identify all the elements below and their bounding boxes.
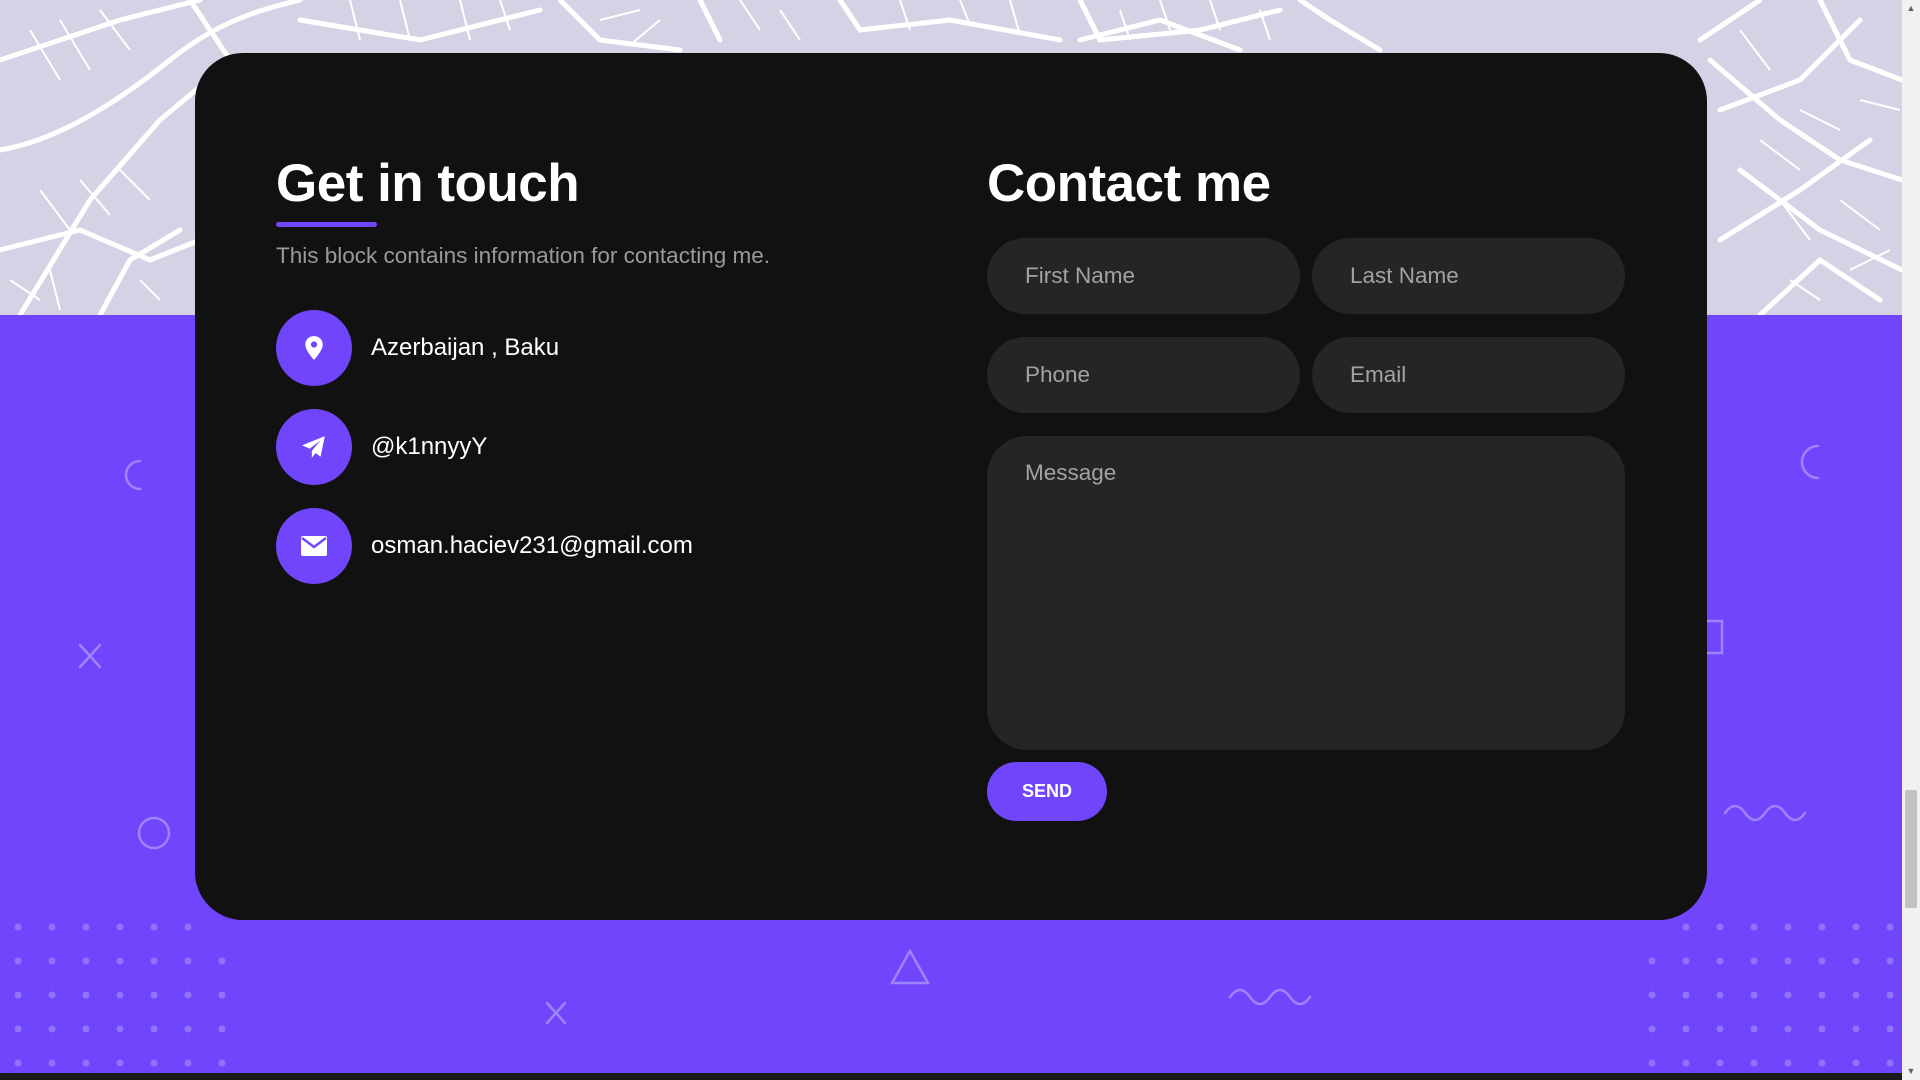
scrollbar-thumb[interactable] [1905,790,1917,908]
contact-form-title: Contact me [987,154,1271,213]
send-button[interactable]: SEND [987,762,1107,821]
wave-shape [1228,988,1312,1006]
wave-shape [1723,804,1807,822]
map-pin-icon [276,310,352,386]
contact-info-description: This block contains information for cont… [276,243,770,268]
vertical-scrollbar[interactable]: ▲ ▼ [1902,0,1920,1080]
dot-grid-left [14,923,226,1067]
contact-info-title: Get in touch [276,154,580,213]
contact-item-email[interactable]: osman.haciev231@gmail.com [276,508,693,584]
page-bottom-edge [0,1073,1902,1080]
contact-location-text: Azerbaijan , Baku [371,334,560,361]
scroll-up-arrow-icon[interactable]: ▲ [1902,0,1920,17]
title-underline [276,222,377,227]
message-textarea[interactable] [987,436,1625,750]
email-input[interactable] [1312,337,1625,413]
contact-item-telegram[interactable]: @k1nnyyY [276,409,487,485]
last-name-input[interactable] [1312,238,1625,314]
triangle-shape [889,948,931,985]
contact-item-location: Azerbaijan , Baku [276,310,559,386]
cross-shape [545,1001,567,1025]
circle-shape [137,816,171,850]
dot-grid-right [1648,923,1894,1067]
paper-plane-icon [276,409,352,485]
envelope-icon [276,508,352,584]
contact-email-text[interactable]: osman.haciev231@gmail.com [371,532,693,560]
contact-telegram-text[interactable]: @k1nnyyY [371,433,487,461]
phone-input[interactable] [987,337,1300,413]
crescent-shape [1800,444,1820,480]
cross-shape [78,643,102,669]
scroll-down-arrow-icon[interactable]: ▼ [1902,1063,1920,1080]
first-name-input[interactable] [987,238,1300,314]
contact-card: Get in touch This block contains informa… [195,53,1707,920]
crescent-shape [124,459,142,491]
